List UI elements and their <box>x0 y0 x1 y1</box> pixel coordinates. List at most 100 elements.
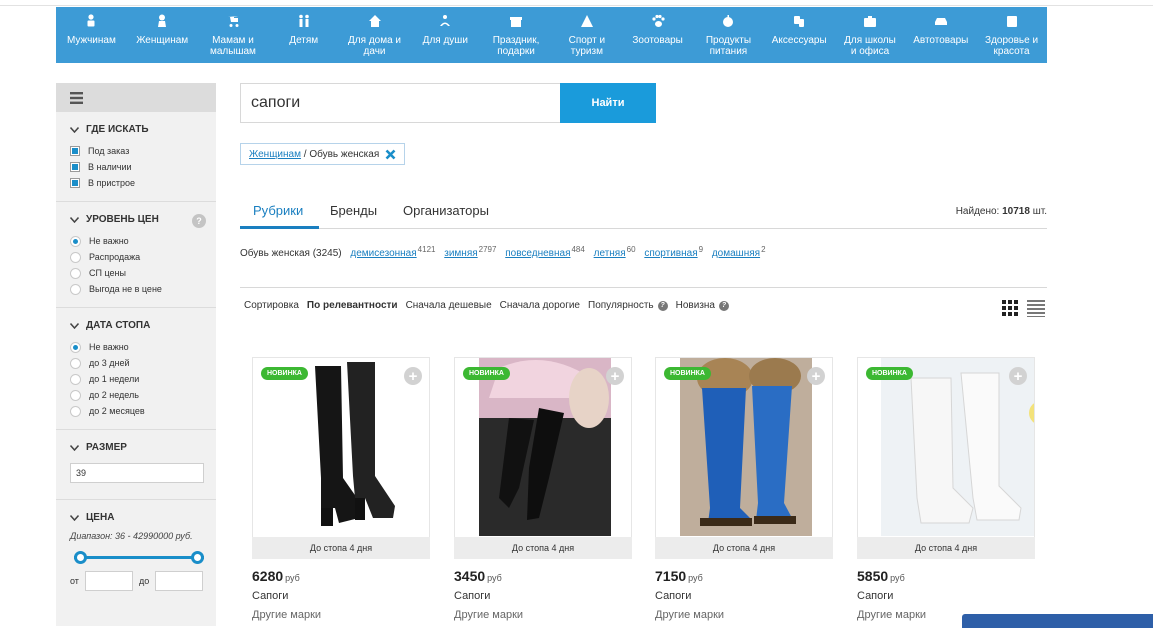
radio[interactable] <box>70 405 81 417</box>
price-to-input[interactable] <box>155 571 204 591</box>
chevron-down-icon <box>70 444 79 451</box>
divider <box>240 287 1047 288</box>
category-auto[interactable]: Автотовары <box>905 7 976 63</box>
category-pets[interactable]: Зоотовары <box>622 7 693 63</box>
filter-size-title[interactable]: РАЗМЕР <box>70 442 216 453</box>
stroller-icon <box>227 16 239 27</box>
hamburger-menu-icon[interactable] <box>70 91 83 104</box>
help-icon[interactable]: ? <box>657 300 668 311</box>
grid-view-icon[interactable] <box>1001 299 1019 317</box>
product-image[interactable]: НОВИНКА + <box>655 357 833 537</box>
product-brand[interactable]: Другие марки <box>252 609 430 621</box>
category-label: Детям <box>289 35 319 46</box>
view-switcher <box>1001 299 1053 317</box>
tab-rubrics[interactable]: Рубрики <box>253 203 303 218</box>
category-men[interactable]: Мужчинам <box>56 7 127 63</box>
rubric-link[interactable]: летняя <box>594 248 626 259</box>
category-label: Женщинам <box>136 35 189 46</box>
price-slider-min-handle[interactable] <box>74 551 87 564</box>
price-level-option[interactable]: СП цены <box>70 265 216 281</box>
radio[interactable] <box>70 341 81 353</box>
stop-date-option[interactable]: Не важно <box>70 339 216 355</box>
price-slider[interactable] <box>74 551 204 565</box>
help-icon[interactable]: ? <box>719 300 729 311</box>
sort-relevance[interactable]: По релевантности <box>307 300 398 311</box>
rubric-link[interactable]: повседневная <box>505 248 570 259</box>
category-soul[interactable]: Для души <box>410 7 481 63</box>
product-card[interactable]: НОВИНКА + До стопа 4 дня 7150 руб Сапоги … <box>655 357 833 621</box>
filter-price-title[interactable]: ЦЕНА <box>70 512 216 523</box>
list-view-icon[interactable] <box>1027 299 1045 317</box>
price-level-option[interactable]: Не важно <box>70 233 216 249</box>
search-input[interactable]: сапоги <box>240 83 560 123</box>
category-women[interactable]: Женщинам <box>127 7 198 63</box>
search-button[interactable]: Найти <box>560 83 656 123</box>
price-slider-max-handle[interactable] <box>191 551 204 564</box>
help-icon[interactable]: ? <box>192 214 206 228</box>
category-moms-babies[interactable]: Мамам и малышам <box>198 7 269 63</box>
radio[interactable] <box>70 235 81 247</box>
sort-cheapest[interactable]: Сначала дешевые <box>406 300 492 311</box>
tab-organizers[interactable]: Организаторы <box>403 203 489 218</box>
product-title[interactable]: Сапоги <box>857 590 1035 602</box>
category-holiday-gifts[interactable]: Праздник, подарки <box>481 7 552 63</box>
radio[interactable] <box>70 373 81 385</box>
rubric-link[interactable]: домашняя <box>712 248 760 259</box>
product-image[interactable]: НОВИНКА + <box>252 357 430 537</box>
category-label: Для дома и дачи <box>348 35 402 57</box>
stop-date-option[interactable]: до 1 недели <box>70 371 216 387</box>
category-health-beauty[interactable]: Здоровье и красота <box>976 7 1047 63</box>
filter-option-in-stock[interactable]: В наличии <box>70 159 216 175</box>
category-children[interactable]: Детям <box>268 7 339 63</box>
category-accessories[interactable]: Аксессуары <box>764 7 835 63</box>
category-sport-tourism[interactable]: Спорт и туризм <box>551 7 622 63</box>
rubric-link[interactable]: зимняя <box>444 248 477 259</box>
product-card[interactable]: НОВИНКА + До стопа 4 дня 3450 руб Сапоги … <box>454 357 632 621</box>
radio[interactable] <box>70 267 81 279</box>
product-card[interactable]: НОВИНКА + До стопа 4 дня 5850 руб Сапоги … <box>857 357 1035 621</box>
filter-where-title[interactable]: ГДЕ ИСКАТЬ <box>70 124 216 135</box>
price-level-option[interactable]: Распродажа <box>70 249 216 265</box>
rubric-link[interactable]: спортивная <box>644 248 697 259</box>
add-icon[interactable]: + <box>807 367 825 385</box>
checkbox[interactable] <box>70 162 80 172</box>
price-from-input[interactable] <box>84 571 133 591</box>
add-icon[interactable]: + <box>606 367 624 385</box>
tab-brands[interactable]: Бренды <box>330 203 377 218</box>
filter-option-attached[interactable]: В пристрое <box>70 175 216 191</box>
product-brand[interactable]: Другие марки <box>655 609 833 621</box>
category-home-garden[interactable]: Для дома и дачи <box>339 7 410 63</box>
product-image[interactable]: НОВИНКА + <box>454 357 632 537</box>
category-school-office[interactable]: Для школы и офиса <box>835 7 906 63</box>
product-image[interactable]: НОВИНКА + <box>857 357 1035 537</box>
filter-price: ЦЕНА Диапазон: 36 - 42990000 руб. от до <box>56 500 216 601</box>
add-icon[interactable]: + <box>1009 367 1027 385</box>
sort-newest[interactable]: Новизна? <box>676 300 729 311</box>
checkbox[interactable] <box>70 146 80 156</box>
stop-date-option[interactable]: до 2 месяцев <box>70 403 216 419</box>
filter-stop-date-title[interactable]: ДАТА СТОПА <box>70 320 216 331</box>
filter-option-preorder[interactable]: Под заказ <box>70 143 216 159</box>
price-level-option[interactable]: Выгода не в цене <box>70 281 216 297</box>
product-title[interactable]: Сапоги <box>252 590 430 602</box>
size-input[interactable]: 39 <box>70 463 204 483</box>
checkbox[interactable] <box>70 178 80 188</box>
add-icon[interactable]: + <box>404 367 422 385</box>
breadcrumb-link-women[interactable]: Женщинам <box>249 149 301 160</box>
stop-date-option[interactable]: до 3 дней <box>70 355 216 371</box>
black-boots-image <box>277 358 409 536</box>
radio[interactable] <box>70 283 81 295</box>
rubric-link[interactable]: демисезонная <box>350 248 416 259</box>
sort-popularity[interactable]: Популярность? <box>588 300 668 311</box>
radio[interactable] <box>70 251 81 263</box>
product-brand[interactable]: Другие марки <box>454 609 632 621</box>
product-card[interactable]: НОВИНКА + До стопа 4 дня 6280 руб Сапоги … <box>252 357 430 621</box>
sort-expensive[interactable]: Сначала дорогие <box>500 300 580 311</box>
category-food[interactable]: Продукты питания <box>693 7 764 63</box>
close-icon[interactable] <box>385 149 396 160</box>
product-title[interactable]: Сапоги <box>655 590 833 602</box>
radio[interactable] <box>70 389 81 401</box>
stop-date-option[interactable]: до 2 недель <box>70 387 216 403</box>
product-title[interactable]: Сапоги <box>454 590 632 602</box>
radio[interactable] <box>70 357 81 369</box>
